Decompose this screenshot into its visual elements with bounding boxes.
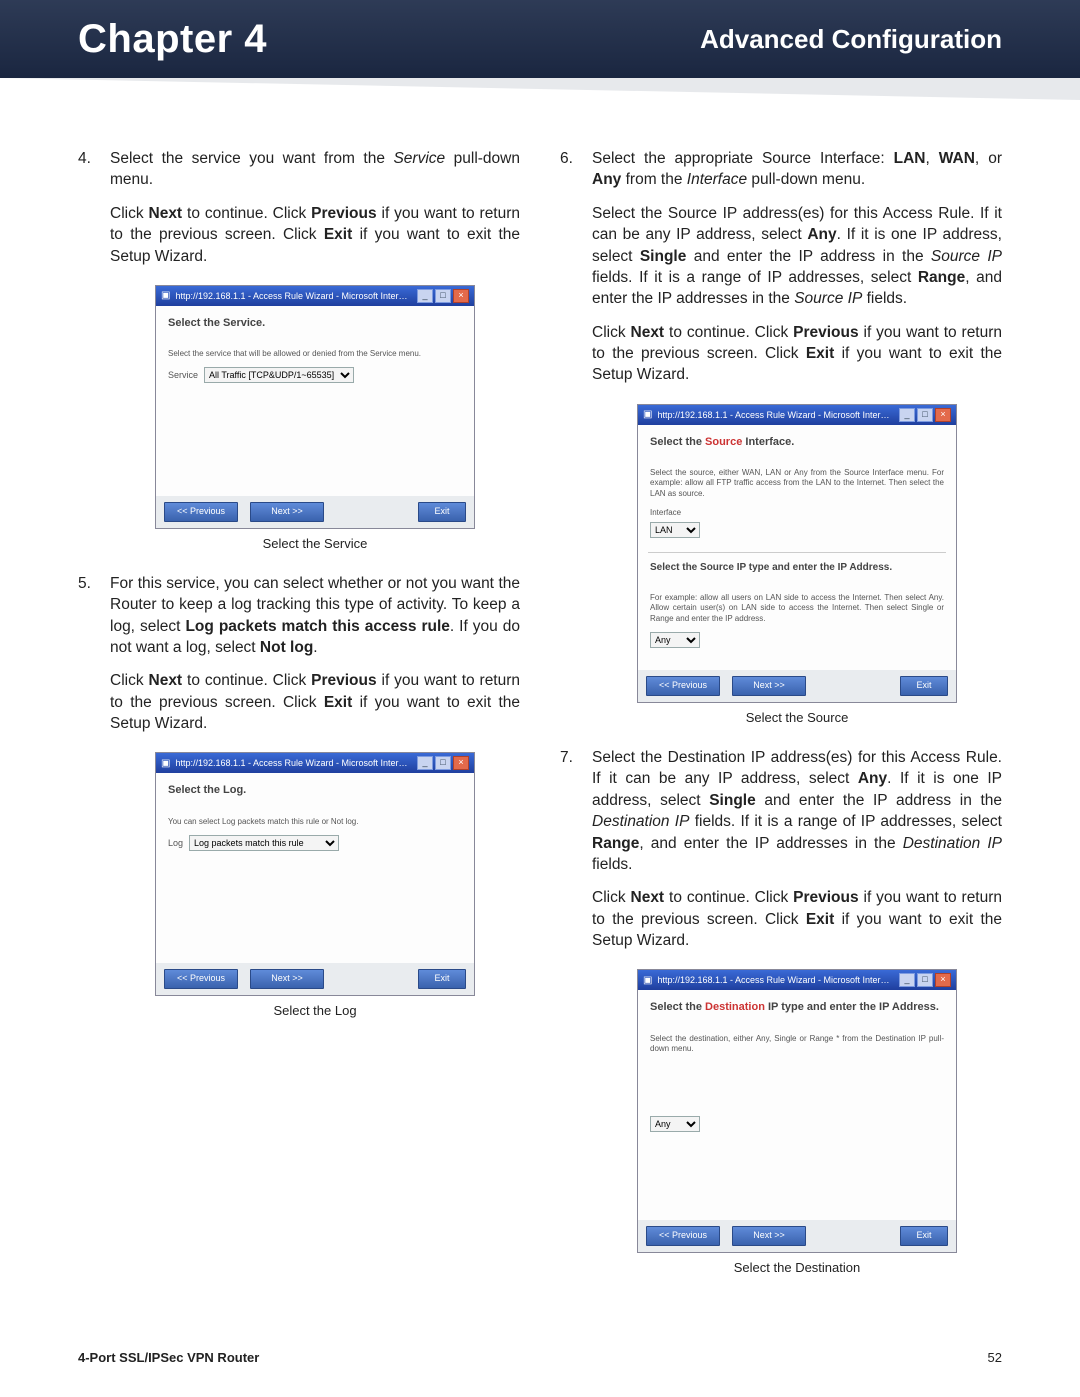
close-icon: ×: [453, 289, 469, 303]
screenshot-select-log: ▣ http://192.168.1.1 - Access Rule Wizar…: [155, 752, 475, 996]
previous-button[interactable]: << Previous: [646, 676, 720, 696]
exit-button[interactable]: Exit: [900, 676, 948, 696]
page-number: 52: [988, 1350, 1002, 1365]
next-button[interactable]: Next >>: [732, 1226, 806, 1246]
figure-caption: Select the Service: [155, 535, 475, 553]
exit-button[interactable]: Exit: [900, 1226, 948, 1246]
step-number: 5.: [78, 573, 96, 1027]
previous-button[interactable]: << Previous: [164, 969, 238, 989]
chapter-heading: Chapter 4: [78, 17, 267, 62]
next-button[interactable]: Next >>: [250, 502, 324, 522]
previous-button[interactable]: << Previous: [646, 1226, 720, 1246]
footer-product: 4-Port SSL/IPSec VPN Router: [78, 1350, 259, 1365]
minimize-icon: _: [417, 289, 433, 303]
destination-ip-select[interactable]: Any: [650, 1116, 700, 1132]
log-select[interactable]: Log packets match this rule: [189, 835, 339, 851]
exit-button[interactable]: Exit: [418, 969, 466, 989]
step-number: 6.: [560, 148, 578, 733]
right-column: 6. Select the appropriate Source Interfa…: [560, 148, 1002, 1297]
maximize-icon: □: [435, 289, 451, 303]
figure-caption: Select the Destination: [637, 1259, 957, 1277]
previous-button[interactable]: << Previous: [164, 502, 238, 522]
screenshot-select-service: ▣ http://192.168.1.1 - Access Rule Wizar…: [155, 285, 475, 529]
step-number: 4.: [78, 148, 96, 559]
ie-icon: ▣: [161, 757, 170, 771]
interface-select[interactable]: LAN: [650, 522, 700, 538]
step4-italic: Service: [393, 150, 445, 167]
figure-caption: Select the Source: [637, 709, 957, 727]
next-button[interactable]: Next >>: [732, 676, 806, 696]
screenshot-select-destination: ▣ http://192.168.1.1 - Access Rule Wizar…: [637, 969, 957, 1253]
figure-caption: Select the Log: [155, 1002, 475, 1020]
step-number: 7.: [560, 747, 578, 1283]
step4-line1-a: Select the service you want from the: [110, 150, 393, 167]
ie-icon: ▣: [161, 289, 170, 303]
source-ip-select[interactable]: Any: [650, 632, 700, 648]
page-title: Advanced Configuration: [700, 24, 1002, 55]
ie-icon: ▣: [643, 408, 652, 422]
service-select[interactable]: All Traffic [TCP&UDP/1~65535]: [204, 367, 354, 383]
next-button[interactable]: Next >>: [250, 969, 324, 989]
left-column: 4. Select the service you want from the …: [78, 148, 520, 1297]
exit-button[interactable]: Exit: [418, 502, 466, 522]
ie-icon: ▣: [643, 974, 652, 988]
screenshot-select-source: ▣ http://192.168.1.1 - Access Rule Wizar…: [637, 404, 957, 703]
